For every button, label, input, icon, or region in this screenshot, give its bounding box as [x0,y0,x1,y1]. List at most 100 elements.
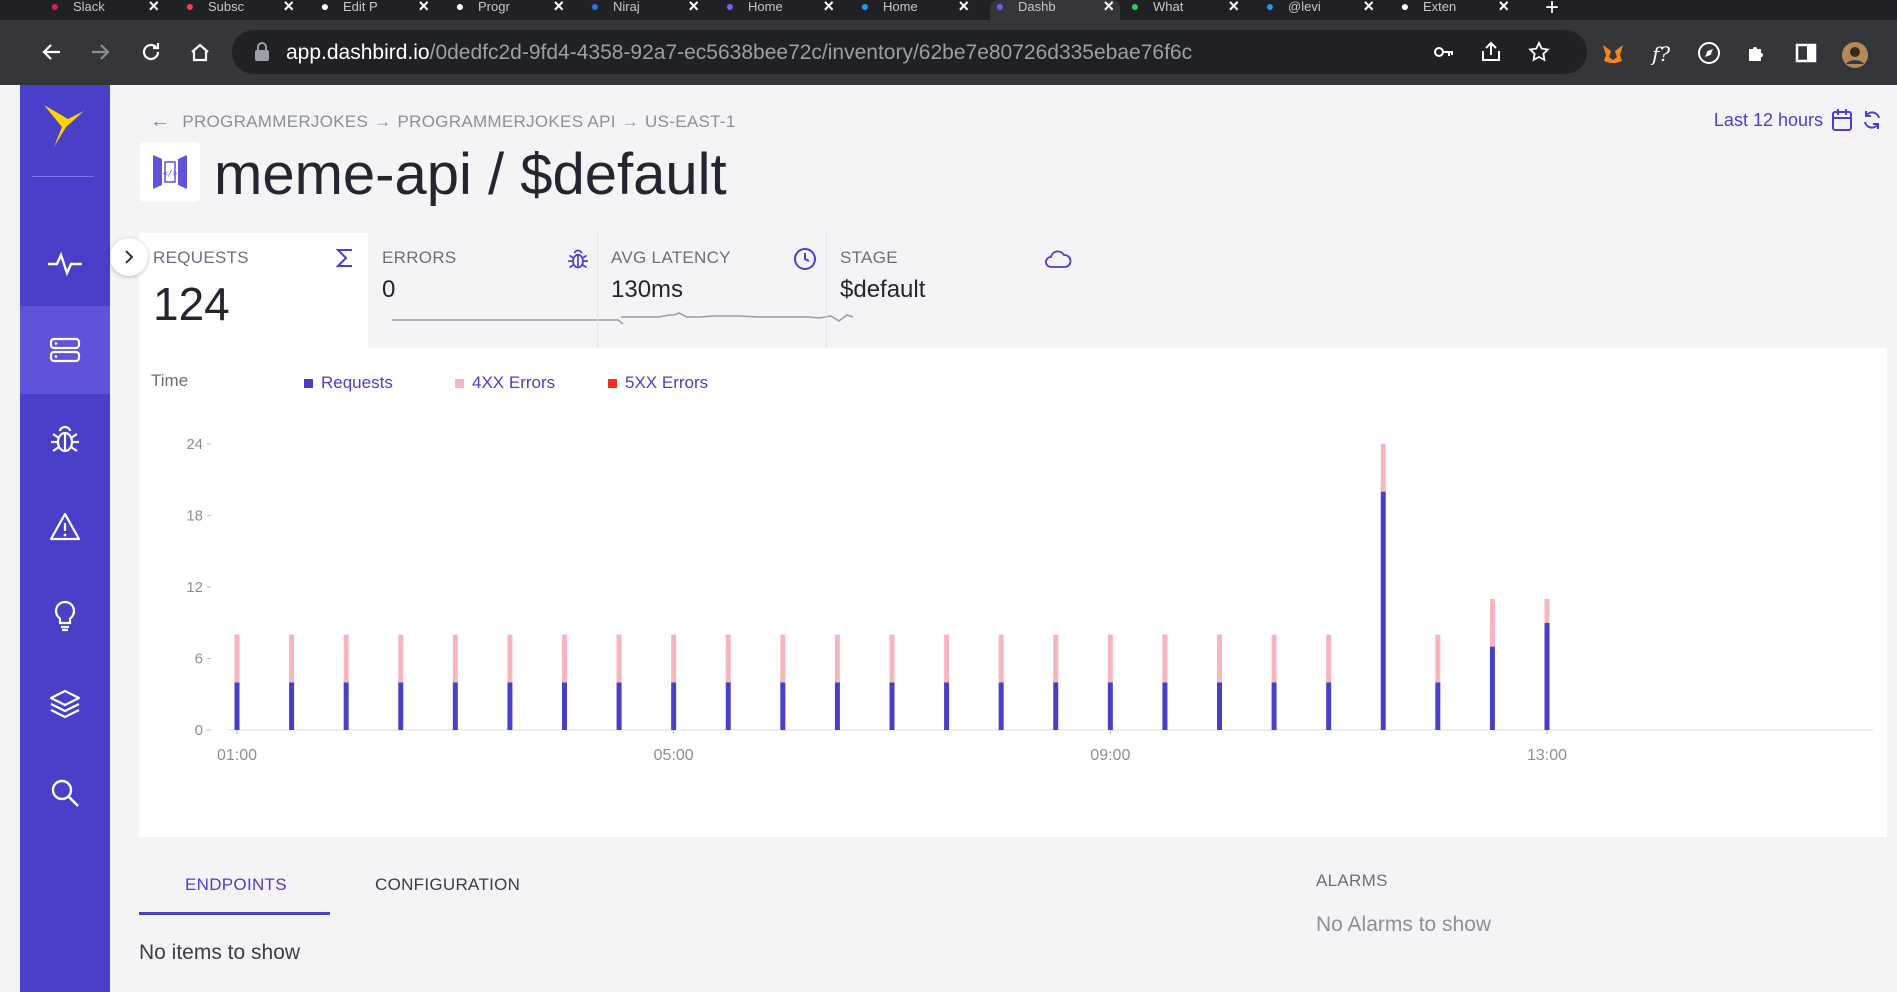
close-tab-icon[interactable]: × [553,0,564,17]
bar-4xx-errors[interactable] [1162,634,1168,683]
bar-requests[interactable] [1326,682,1332,730]
compass-icon[interactable] [1696,41,1722,67]
bar-4xx-errors[interactable] [1271,634,1277,683]
bar-requests[interactable] [562,682,567,730]
close-tab-icon[interactable]: × [823,0,834,17]
profile-avatar[interactable] [1841,41,1868,68]
sidebar-item-insights[interactable] [20,572,110,660]
breadcrumb-back-arrow[interactable]: ← [150,110,170,133]
refresh-icon[interactable] [1861,109,1883,131]
sidebar-expand-button[interactable] [110,238,148,276]
bar-requests[interactable] [671,682,677,730]
browser-tab[interactable]: ● Edit P × [315,0,435,20]
bar-4xx-errors[interactable] [1217,634,1222,683]
browser-tab[interactable]: ● Niraj × [585,0,705,20]
bar-requests[interactable] [452,682,458,730]
bar-4xx-errors[interactable] [1380,443,1386,492]
bar-4xx-errors[interactable] [1489,598,1495,647]
bar-4xx-errors[interactable] [234,634,240,683]
bar-4xx-errors[interactable] [616,634,622,683]
bar-requests[interactable] [944,682,950,730]
bar-requests[interactable] [1271,682,1277,730]
close-tab-icon[interactable]: × [1363,0,1374,17]
bar-requests[interactable] [616,682,622,730]
bar-requests[interactable] [507,682,513,730]
puzzle-icon[interactable] [1744,41,1770,67]
browser-tab[interactable]: ● What × [1125,0,1245,20]
bar-4xx-errors[interactable] [562,634,567,683]
sidebar-item-inventory[interactable] [20,306,110,394]
forward-button[interactable] [86,38,114,66]
bar-4xx-errors[interactable] [725,634,731,683]
close-tab-icon[interactable]: × [688,0,699,17]
close-tab-icon[interactable]: × [283,0,294,17]
bar-4xx-errors[interactable] [1107,634,1113,683]
browser-tab[interactable]: ● Slack × [45,0,165,20]
share-icon[interactable] [1479,40,1503,64]
bar-4xx-errors[interactable] [780,634,786,683]
bar-requests[interactable] [780,682,786,730]
bar-4xx-errors[interactable] [343,634,349,683]
browser-tab[interactable]: ● Exten × [1395,0,1515,20]
browser-tab[interactable]: ● Home × [720,0,840,20]
browser-tab[interactable]: ● Subsc × [180,0,300,20]
bar-requests[interactable] [1053,682,1059,730]
bar-requests[interactable] [1489,646,1495,730]
bar-4xx-errors[interactable] [1544,598,1550,623]
bar-4xx-errors[interactable] [998,634,1004,683]
bar-requests[interactable] [1162,682,1168,730]
bar-4xx-errors[interactable] [507,634,513,683]
bar-4xx-errors[interactable] [1053,634,1059,683]
bar-requests[interactable] [234,682,240,730]
key-icon[interactable] [1432,40,1456,64]
bar-4xx-errors[interactable] [671,634,677,683]
bar-4xx-errors[interactable] [398,634,404,683]
bar-4xx-errors[interactable] [944,634,950,683]
bar-requests[interactable] [1107,682,1113,730]
browser-tab[interactable]: ● Progr × [450,0,570,20]
address-bar[interactable]: app.dashbird.io/0dedfc2d-9fd4-4358-92a7-… [232,30,1587,74]
close-tab-icon[interactable]: × [958,0,969,17]
sidepanel-icon[interactable] [1793,41,1819,67]
bar-requests[interactable] [289,682,295,730]
time-range-picker[interactable]: Last 12 hours [1714,108,1883,132]
tab-configuration[interactable]: CONFIGURATION [375,875,520,895]
reload-button[interactable] [137,38,165,66]
sidebar-item-errors[interactable] [20,395,110,483]
browser-tab[interactable]: ● Home × [855,0,975,20]
back-button[interactable] [38,38,66,66]
bar-4xx-errors[interactable] [1435,634,1441,683]
bar-requests[interactable] [1544,622,1550,730]
bar-requests[interactable] [398,682,404,730]
close-tab-icon[interactable]: × [1498,0,1509,17]
browser-tab[interactable]: ● @levi × [1260,0,1380,20]
new-tab-button[interactable]: + [1545,0,1559,20]
bar-4xx-errors[interactable] [452,634,458,683]
browser-tab[interactable]: ● Dashb × [990,0,1120,20]
metamask-icon[interactable] [1600,41,1626,67]
star-icon[interactable] [1527,40,1551,64]
close-tab-icon[interactable]: × [1228,0,1239,17]
formula-icon[interactable]: f? [1648,41,1674,67]
bar-4xx-errors[interactable] [289,634,295,683]
tab-endpoints[interactable]: ENDPOINTS [185,875,287,895]
bar-requests[interactable] [1217,682,1222,730]
dashbird-logo[interactable] [42,103,86,154]
close-tab-icon[interactable]: × [418,0,429,17]
bar-requests[interactable] [725,682,731,730]
bar-requests[interactable] [834,682,840,730]
sidebar-item-resources[interactable] [20,660,110,748]
sidebar-item-search[interactable] [20,749,110,837]
bar-requests[interactable] [1380,491,1386,730]
sidebar-item-alarms[interactable] [20,483,110,571]
sidebar-item-activity[interactable] [20,220,110,308]
bar-4xx-errors[interactable] [1326,634,1332,683]
bar-requests[interactable] [889,682,895,730]
breadcrumb-item-region[interactable]: US-EAST-1 [645,112,736,132]
breadcrumb-item-account[interactable]: PROGRAMMERJOKES [182,112,368,132]
close-tab-icon[interactable]: × [1103,0,1114,17]
bar-requests[interactable] [1435,682,1441,730]
breadcrumb-item-api[interactable]: PROGRAMMERJOKES API [397,112,615,132]
bar-4xx-errors[interactable] [834,634,840,683]
bar-requests[interactable] [998,682,1004,730]
